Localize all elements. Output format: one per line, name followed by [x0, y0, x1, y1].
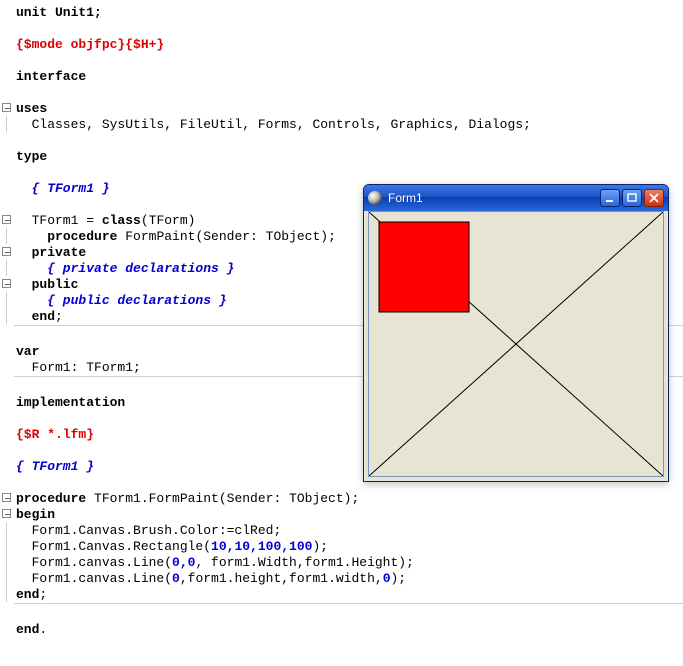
fold-toggle-icon[interactable] — [2, 493, 11, 502]
comment: { public declarations } — [14, 293, 227, 308]
class-decl: TForm1 = class(TForm) — [14, 213, 195, 228]
fold-toggle-icon[interactable] — [2, 279, 11, 288]
directive: {$R *.lfm} — [14, 427, 94, 442]
code-line: unit Unit1; — [14, 5, 102, 20]
keyword-implementation: implementation — [14, 395, 125, 410]
var-decl: Form1: TForm1; — [14, 360, 141, 375]
comment: { TForm1 } — [14, 459, 94, 474]
minimize-button[interactable] — [600, 189, 620, 207]
method-decl: procedure FormPaint(Sender: TObject); — [14, 229, 336, 244]
procedure-header: procedure TForm1.FormPaint(Sender: TObje… — [14, 491, 359, 506]
form-client-area[interactable] — [368, 211, 664, 477]
directive: {$mode objfpc}{$H+} — [14, 37, 164, 52]
keyword-end: end. — [14, 622, 47, 637]
stmt: Form1.canvas.Line(0,0, form1.Width,form1… — [14, 555, 414, 570]
section-separator — [14, 603, 683, 604]
fold-toggle-icon[interactable] — [2, 103, 11, 112]
maximize-icon — [627, 193, 637, 203]
comment: { TForm1 } — [14, 181, 110, 196]
keyword-private: private — [14, 245, 86, 260]
comment: { private declarations } — [14, 261, 234, 276]
close-button[interactable] — [644, 189, 664, 207]
fold-toggle-icon[interactable] — [2, 509, 11, 518]
form-canvas-drawing — [369, 212, 663, 476]
window-title: Form1 — [388, 191, 600, 205]
maximize-button[interactable] — [622, 189, 642, 207]
keyword-begin: begin — [14, 507, 55, 522]
fold-toggle-icon[interactable] — [2, 215, 11, 224]
keyword-end: end; — [14, 587, 47, 602]
keyword-var: var — [14, 344, 39, 359]
uses-list: Classes, SysUtils, FileUtil, Forms, Cont… — [14, 117, 531, 132]
red-rectangle — [379, 222, 469, 312]
app-icon — [368, 191, 382, 205]
keyword-end: end; — [14, 309, 63, 324]
keyword-interface: interface — [14, 69, 86, 84]
keyword-uses: uses — [14, 101, 47, 116]
keyword-type: type — [14, 149, 47, 164]
fold-toggle-icon[interactable] — [2, 247, 11, 256]
close-icon — [649, 193, 659, 203]
minimize-icon — [605, 193, 615, 203]
keyword-public: public — [14, 277, 78, 292]
stmt: Form1.Canvas.Rectangle(10,10,100,100); — [14, 539, 328, 554]
form-window[interactable]: Form1 — [363, 184, 669, 482]
stmt: Form1.canvas.Line(0,form1.height,form1.w… — [14, 571, 406, 586]
titlebar[interactable]: Form1 — [364, 185, 668, 211]
stmt: Form1.Canvas.Brush.Color:=clRed; — [14, 523, 281, 538]
